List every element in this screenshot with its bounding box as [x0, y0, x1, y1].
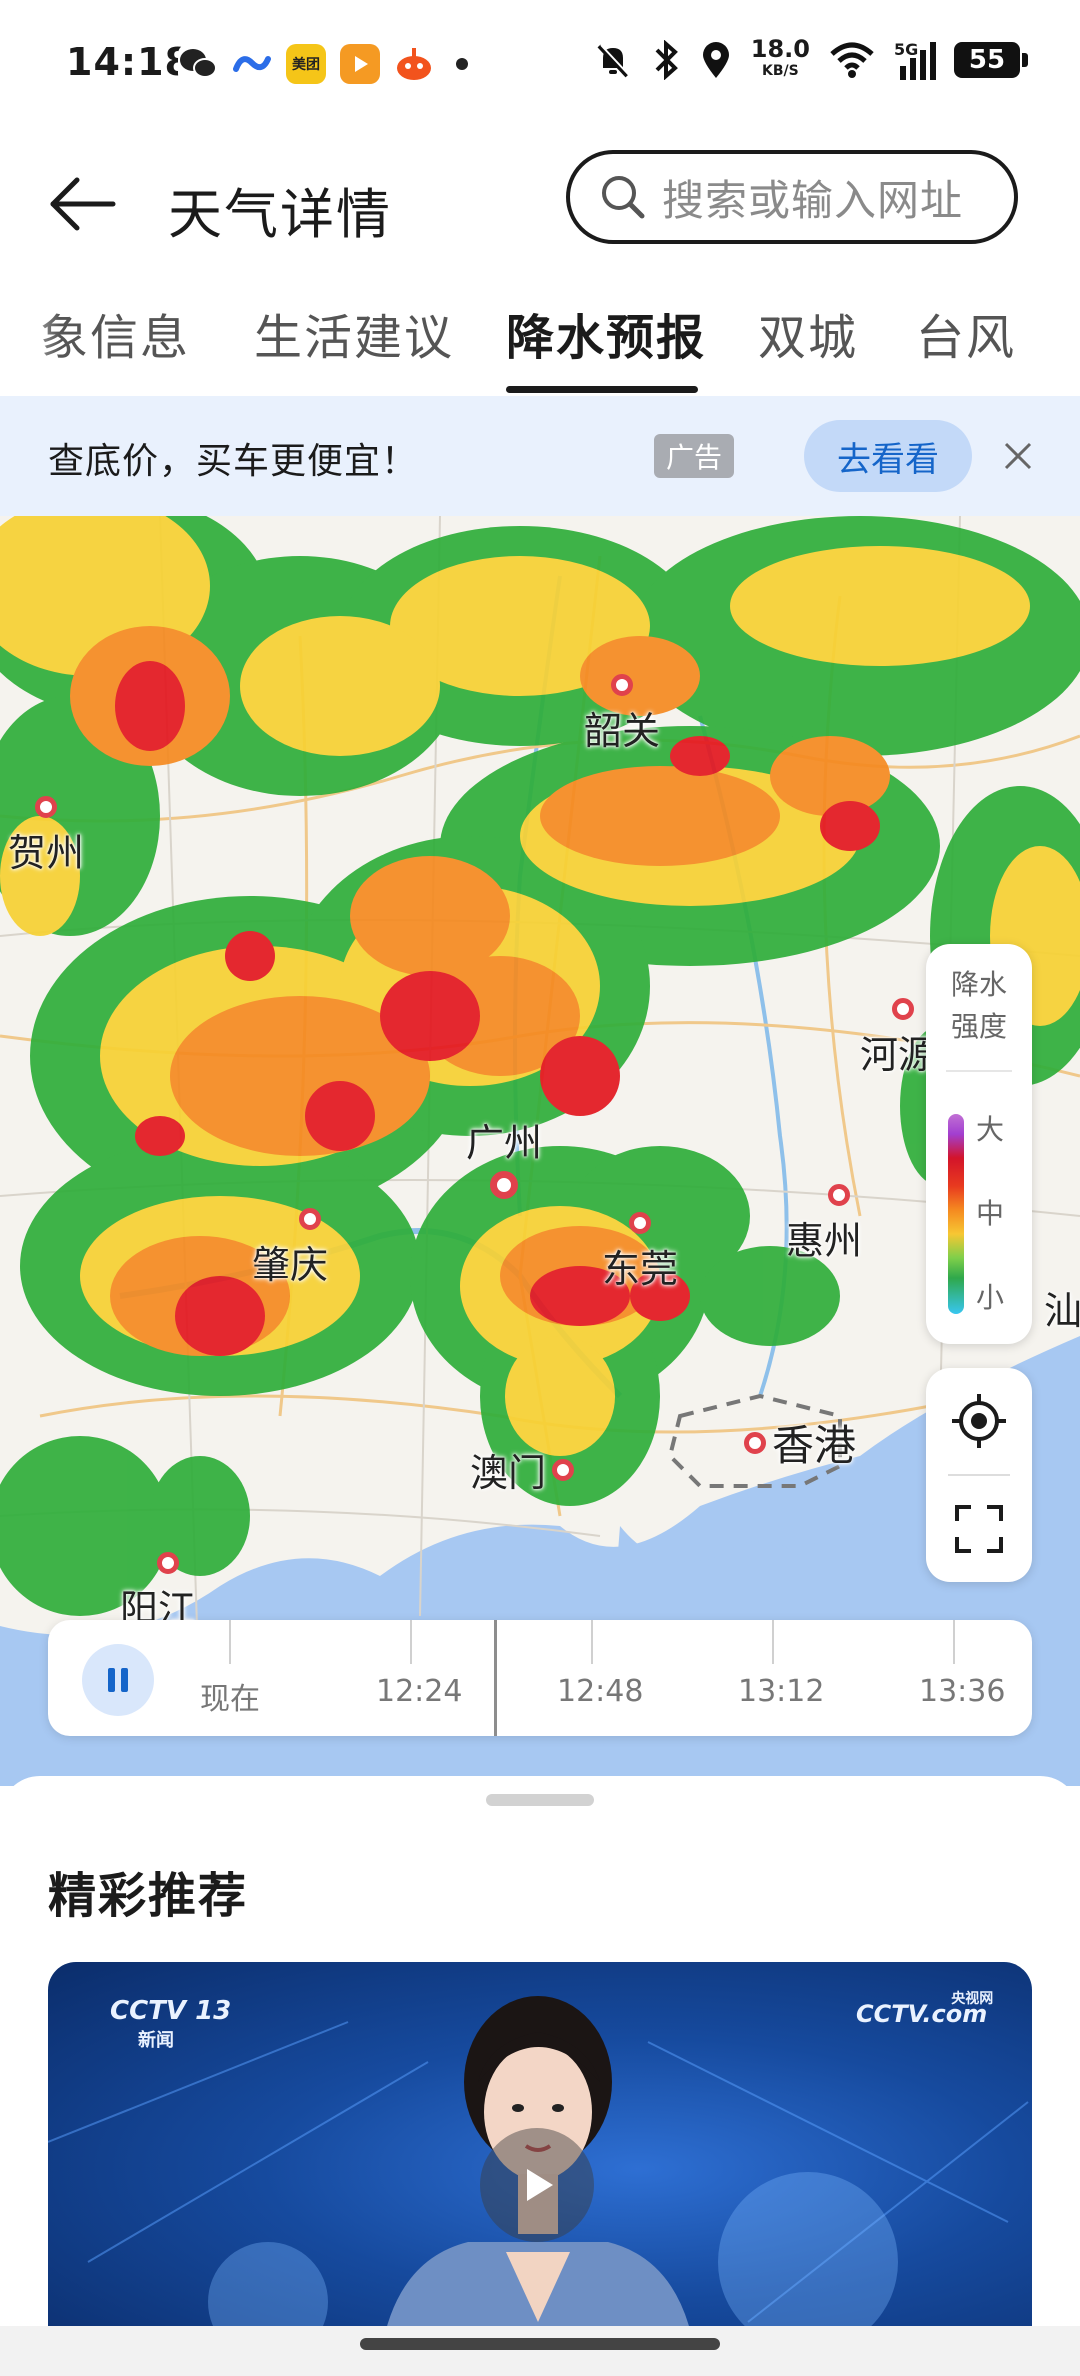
city-hezhou[interactable]: 贺州	[8, 796, 84, 877]
timeline-cursor[interactable]	[494, 1620, 497, 1736]
play-icon	[527, 2169, 553, 2201]
section-title: 精彩推荐	[48, 1868, 249, 1924]
battery-indicator: 55	[954, 42, 1028, 78]
sheet-drag-handle[interactable]	[486, 1794, 594, 1806]
legend-low: 小	[976, 1281, 1005, 1314]
tab-precipitation-forecast[interactable]: 降水预报	[506, 298, 706, 368]
weather-detail-page: 14:18 美团 18.0 KB/S 5G 55 天气详情 搜索或输入网址 象信…	[0, 0, 1080, 2376]
legend-high: 大	[976, 1113, 1005, 1146]
city-guangzhou[interactable]: 广州	[466, 1112, 542, 1199]
forecast-timeline[interactable]: 现在 12:24 12:48 13:12 13:36	[48, 1620, 1032, 1736]
video-card[interactable]: CCTV 13 新闻 CCTV.com 央视网	[48, 1962, 1032, 2376]
city-macau[interactable]: 澳门	[470, 1442, 575, 1497]
home-indicator[interactable]	[360, 2338, 720, 2350]
locate-icon	[952, 1394, 1006, 1448]
active-tab-indicator	[506, 386, 698, 393]
tab-dual-city[interactable]: 双城	[758, 298, 858, 368]
ad-text: 查底价，买车更便宜！	[48, 441, 419, 482]
system-icons: 18.0 KB/S 5G 55	[593, 35, 1028, 82]
more-notifications-dot	[456, 58, 468, 70]
tab-bar: 象信息 生活建议 降水预报 双城 台风	[0, 272, 1080, 394]
search-input[interactable]: 搜索或输入网址	[566, 150, 1018, 244]
back-button[interactable]	[44, 166, 120, 242]
recommend-sheet: 精彩推荐 CCTV 13 新闻 CCTV.com 央视网	[0, 1776, 1080, 2376]
search-placeholder: 搜索或输入网址	[662, 175, 964, 225]
page-title: 天气详情	[168, 183, 392, 246]
tab-life-advice[interactable]: 生活建议	[254, 298, 454, 368]
bluetooth-icon	[655, 40, 678, 80]
app-header: 天气详情 搜索或输入网址	[0, 128, 1080, 268]
timeline-label: 13:12	[738, 1674, 825, 1709]
mute-bell-icon	[597, 44, 630, 78]
legend-mid: 中	[976, 1197, 1005, 1230]
wechat-icon	[178, 44, 218, 84]
tab-typhoon[interactable]: 台风	[916, 298, 1016, 368]
city-hongkong[interactable]: 香港	[744, 1412, 856, 1473]
cctv13-logo: CCTV 13 新闻	[110, 1996, 232, 2051]
close-icon	[1004, 442, 1032, 470]
timeline-label-now: 现在	[200, 1682, 260, 1717]
timeline-label: 12:24	[376, 1674, 463, 1709]
city-shantou[interactable]: 汕	[1044, 1280, 1080, 1335]
pause-icon	[108, 1668, 128, 1692]
city-huizhou[interactable]: 惠州	[786, 1184, 862, 1265]
status-time: 14:18	[66, 40, 192, 84]
baidu-netdisk-icon	[232, 44, 272, 84]
pause-button[interactable]	[82, 1644, 154, 1716]
cctv-com-logo: CCTV.com 央视网	[856, 1991, 994, 2028]
network-speed: 18.0 KB/S	[750, 35, 810, 79]
precipitation-legend: 降水 强度 大 中 小	[926, 944, 1032, 1344]
fullscreen-button[interactable]	[926, 1476, 1032, 1582]
back-arrow-icon	[50, 177, 116, 231]
location-icon	[702, 42, 729, 78]
fullscreen-icon	[955, 1505, 1003, 1553]
video-app-icon	[340, 44, 380, 84]
meituan-icon: 美团	[286, 44, 326, 84]
play-button[interactable]	[480, 2128, 594, 2242]
ad-banner[interactable]: 查底价，买车更便宜！ 广告 去看看	[0, 396, 1080, 516]
city-zhaoqing[interactable]: 肇庆	[252, 1208, 328, 1289]
city-heyuan[interactable]: 河源	[860, 998, 936, 1079]
status-bar: 14:18 美团 18.0 KB/S 5G 55	[0, 0, 1080, 128]
legend-title: 降水 强度	[950, 968, 1007, 1043]
city-dongguan[interactable]: 东莞	[602, 1212, 678, 1293]
search-icon	[602, 176, 645, 219]
taobao-icon	[394, 44, 434, 84]
notification-icons: 美团	[178, 44, 468, 84]
gesture-bar-area	[0, 2326, 1080, 2376]
map-controls	[926, 1368, 1032, 1582]
legend-color-scale	[948, 1114, 964, 1314]
city-shaoguan[interactable]: 韶关	[584, 674, 660, 755]
tab-weather-info[interactable]: 象信息	[40, 298, 190, 368]
timeline-label: 12:48	[557, 1674, 644, 1709]
ad-go-button[interactable]: 去看看	[804, 420, 972, 492]
precipitation-radar-map[interactable]: 韶关 贺州 河源 广州 肇庆 东莞 惠州 汕 澳门 香港 阳江 降水 强度 大 …	[0, 516, 1080, 1786]
wifi-icon	[830, 42, 874, 78]
timeline-label: 13:36	[919, 1674, 1006, 1709]
ad-label-badge: 广告	[654, 434, 735, 478]
signal-5g-icon: 5G	[894, 40, 936, 80]
locate-button[interactable]	[926, 1368, 1032, 1474]
ad-close-button[interactable]	[994, 432, 1042, 480]
